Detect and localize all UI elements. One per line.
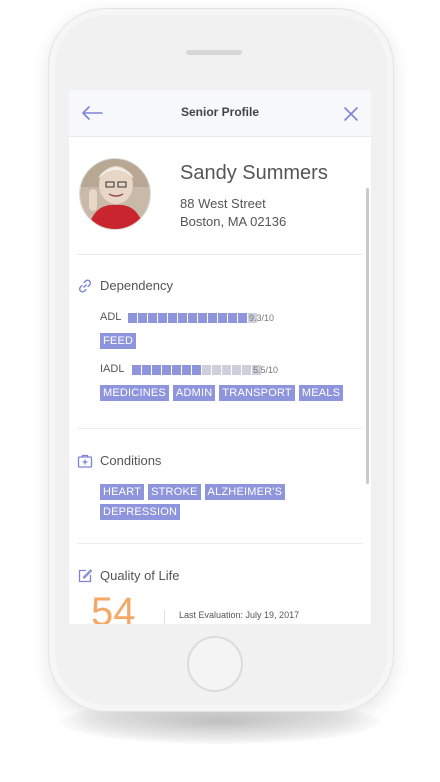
quality-of-life-title: Quality of Life xyxy=(100,568,180,583)
last-evaluation: Last Evaluation: July 19, 2017 xyxy=(179,610,300,620)
progress-segment xyxy=(128,313,137,323)
progress-segment xyxy=(142,365,151,375)
dependency-title: Dependency xyxy=(100,278,173,293)
adl-progress-bar xyxy=(128,313,257,323)
avatar xyxy=(79,158,151,230)
close-icon[interactable] xyxy=(343,106,359,122)
quality-of-life-score: 54 xyxy=(91,590,136,624)
divider xyxy=(77,428,363,429)
condition-tags: HEART STROKE ALZHEIMER'S DEPRESSION xyxy=(100,484,362,520)
progress-segment xyxy=(218,313,227,323)
progress-segment xyxy=(192,365,201,375)
progress-segment xyxy=(188,313,197,323)
app-screen: Senior Profile Sandy Summers 88 West Str… xyxy=(69,90,371,624)
tag: STROKE xyxy=(148,484,201,500)
progress-segment xyxy=(152,365,161,375)
iadl-progress-bar xyxy=(132,365,261,375)
link-icon xyxy=(78,279,92,293)
progress-segment xyxy=(222,365,231,375)
iadl-score: 5.5/10 xyxy=(253,365,279,375)
progress-segment xyxy=(158,313,167,323)
adl-label: ADL xyxy=(100,311,122,323)
adl-tags: FEED xyxy=(100,333,362,349)
phone-frame: Senior Profile Sandy Summers 88 West Str… xyxy=(48,8,394,712)
edit-icon xyxy=(78,569,93,583)
progress-segment xyxy=(242,365,251,375)
iadl-tags: MEDICINES ADMIN TRANSPORT MEALS xyxy=(100,385,362,401)
progress-segment xyxy=(168,313,177,323)
progress-segment xyxy=(238,313,247,323)
iadl-label: IADL xyxy=(100,363,125,375)
progress-segment xyxy=(182,365,191,375)
medical-kit-icon xyxy=(77,454,93,468)
divider xyxy=(77,254,363,255)
phone-speaker xyxy=(186,50,242,55)
progress-segment xyxy=(232,365,241,375)
progress-segment xyxy=(132,365,141,375)
progress-segment xyxy=(178,313,187,323)
progress-segment xyxy=(228,313,237,323)
divider xyxy=(77,543,363,544)
tag: FEED xyxy=(100,333,137,349)
tag: MEDICINES xyxy=(100,385,169,401)
top-bar: Senior Profile xyxy=(69,90,371,137)
address-line-2: Boston, MA 02136 xyxy=(180,214,287,229)
progress-segment xyxy=(212,365,221,375)
tag: DEPRESSION xyxy=(100,504,181,520)
profile-content[interactable]: Sandy Summers 88 West Street Boston, MA … xyxy=(69,136,371,624)
address-line-1: 88 West Street xyxy=(180,196,266,211)
progress-segment xyxy=(202,365,211,375)
progress-segment xyxy=(162,365,171,375)
home-button[interactable] xyxy=(187,636,243,692)
divider xyxy=(164,610,165,624)
tag: MEALS xyxy=(298,385,344,401)
tag: TRANSPORT xyxy=(219,385,295,401)
tag: ADMIN xyxy=(172,385,216,401)
senior-name: Sandy Summers xyxy=(180,162,328,184)
scrollbar[interactable] xyxy=(366,188,369,484)
tag: HEART xyxy=(100,484,145,500)
progress-segment xyxy=(198,313,207,323)
progress-segment xyxy=(148,313,157,323)
page-title: Senior Profile xyxy=(180,105,260,119)
progress-segment xyxy=(208,313,217,323)
progress-segment xyxy=(172,365,181,375)
progress-segment xyxy=(138,313,147,323)
conditions-title: Conditions xyxy=(100,453,162,468)
tag: ALZHEIMER'S xyxy=(204,484,286,500)
adl-score: 9.3/10 xyxy=(249,313,275,323)
